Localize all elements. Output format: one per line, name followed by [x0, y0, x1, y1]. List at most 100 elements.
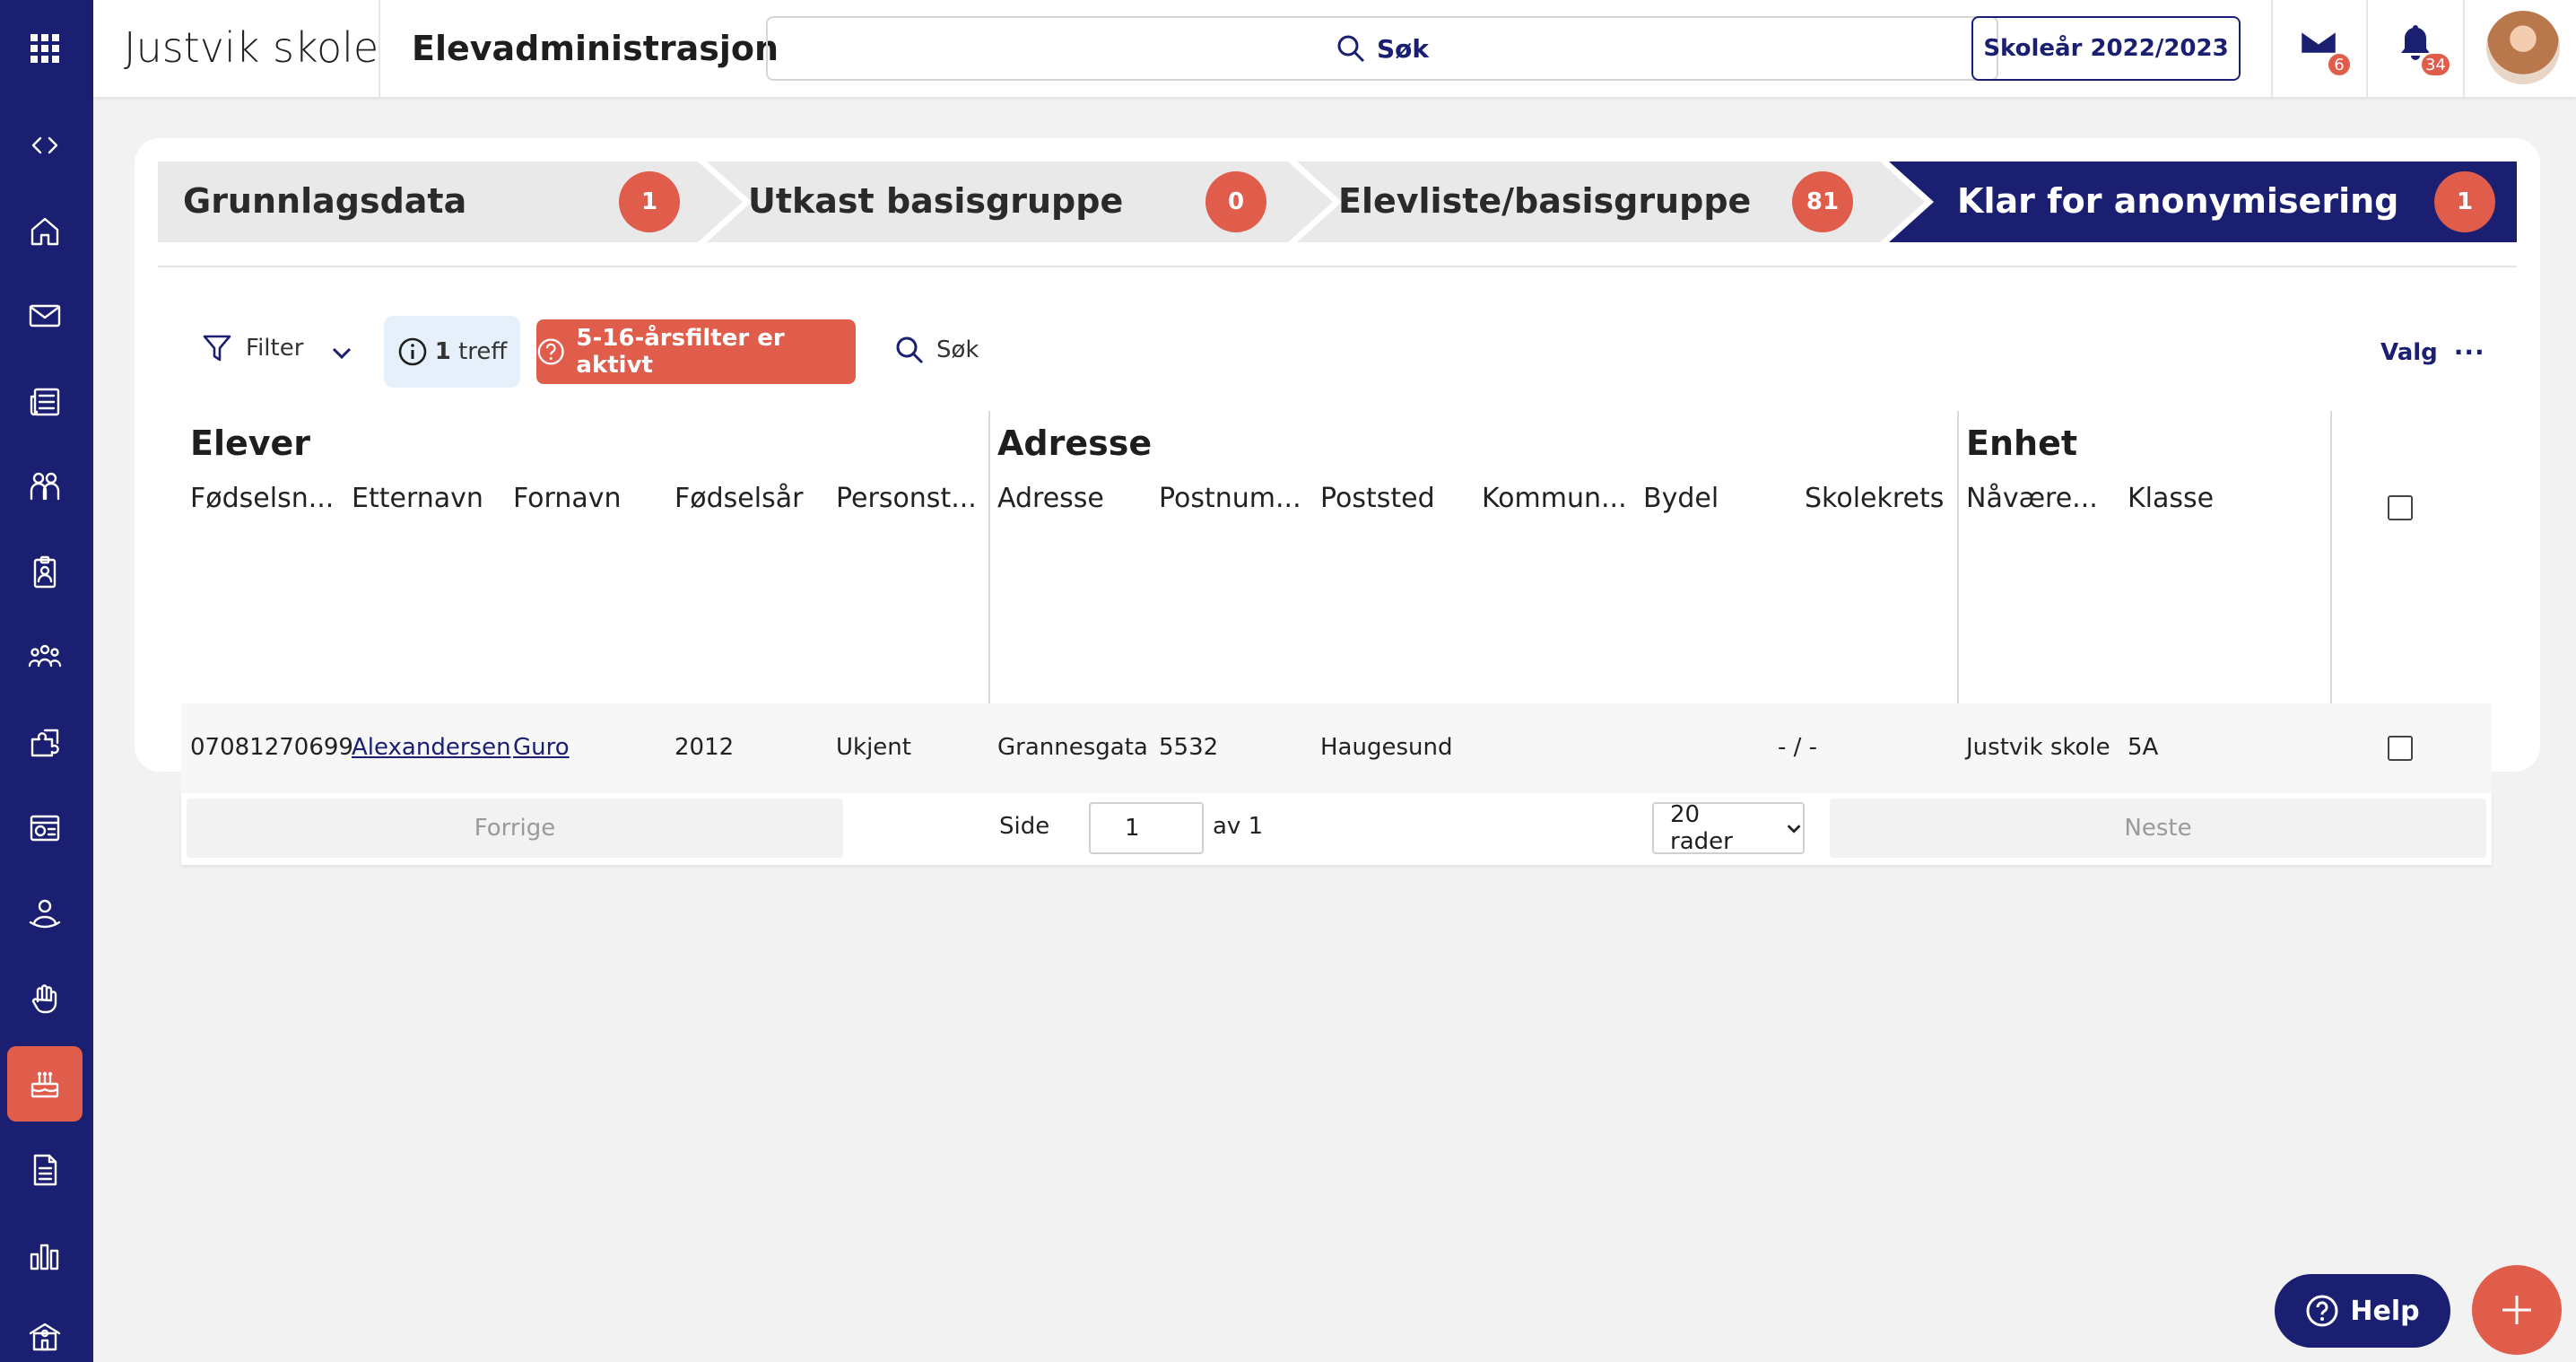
cell-fodselsar: 2012 [674, 734, 735, 761]
divider [2366, 0, 2368, 97]
cell-navaerende: Justvik skole [1966, 734, 2110, 761]
step-klar-for-anonymisering[interactable]: Klar for anonymisering 1 [1889, 162, 2517, 242]
messages-button[interactable]: 6 [2298, 22, 2352, 77]
col-header-adresse[interactable]: Adresse [997, 483, 1104, 514]
filter-label: Filter [246, 335, 304, 362]
cell-etternavn-link[interactable]: Alexandersen [352, 734, 511, 761]
hits-count-chip: 1 treff [384, 316, 520, 388]
school-icon[interactable] [7, 1297, 83, 1362]
options-label: Valg [2380, 339, 2438, 366]
people-icon[interactable] [7, 449, 83, 524]
bar-chart-icon[interactable] [7, 1218, 83, 1294]
cake-icon[interactable] [7, 1046, 83, 1122]
age-filter-button[interactable]: 5-16-årsfilter er aktivt [536, 319, 856, 384]
filter-button[interactable]: Filter [201, 332, 303, 364]
help-circle-icon [537, 338, 564, 365]
step-count-badge: 1 [2434, 171, 2495, 232]
step-label: Utkast basisgruppe [748, 181, 1124, 221]
cell-adresse: Grannesgata 0: [997, 734, 1155, 761]
cell-bydel: - / - [1778, 734, 1818, 761]
col-header-fornavn[interactable]: Fornavn [513, 483, 622, 514]
person-support-icon[interactable] [7, 876, 83, 951]
school-year-button[interactable]: Skoleår 2022/2023 [1971, 16, 2241, 81]
page-label: Side [999, 813, 1050, 840]
table-search-label: Søk [936, 336, 979, 363]
rows-per-page-value: 20 rader [1670, 801, 1733, 855]
step-utkast-basisgruppe[interactable]: Utkast basisgruppe 0 [707, 162, 1290, 242]
add-button[interactable] [2472, 1265, 2562, 1355]
col-header-postnummer[interactable]: Postnum... [1159, 483, 1301, 514]
filter-dropdown-toggle[interactable] [328, 339, 355, 370]
steps-divider [158, 266, 2517, 267]
step-elevliste-basisgruppe[interactable]: Elevliste/basisgruppe 81 [1297, 162, 1880, 242]
step-count-badge: 81 [1792, 171, 1853, 232]
step-grunnlagsdata[interactable]: Grunnlagsdata 1 [158, 162, 741, 242]
plus-icon [2502, 1296, 2531, 1324]
col-header-klasse[interactable]: Klasse [2128, 483, 2214, 514]
avatar[interactable] [2486, 11, 2560, 84]
col-header-poststed[interactable]: Poststed [1320, 483, 1435, 514]
rows-per-page-select[interactable]: 20 rader [1652, 801, 1805, 855]
cell-fodselsnummer: 07081270699 [190, 734, 353, 761]
step-label: Elevliste/basisgruppe [1338, 181, 1752, 221]
options-menu-button[interactable]: Valg ··· [2380, 339, 2485, 366]
global-search[interactable]: Søk [766, 16, 1998, 81]
divider [2271, 0, 2273, 97]
col-header-fodselsnummer[interactable]: Fødselsn... [190, 483, 334, 514]
divider [2463, 0, 2465, 97]
chevron-down-icon [332, 347, 352, 360]
col-header-personstatus[interactable]: Personst... [836, 483, 977, 514]
col-header-skolekrets[interactable]: Skolekrets [1805, 483, 1944, 514]
next-page-button[interactable]: Neste [1830, 799, 2486, 858]
divider [379, 0, 380, 97]
module-title: Elevadministrasjon [412, 29, 779, 68]
step-label: Klar for anonymisering [1957, 181, 2399, 221]
code-toggle-icon[interactable] [7, 108, 83, 183]
search-icon [896, 336, 924, 364]
step-count-badge: 0 [1205, 171, 1266, 232]
hits-label: treff [458, 338, 508, 365]
news-icon[interactable] [7, 364, 83, 440]
group-header-enhet: Enhet [1966, 423, 2078, 463]
col-header-navaerende[interactable]: Nåvære... [1966, 483, 2098, 514]
school-name: Justvik skole [124, 23, 379, 72]
cell-poststed: Haugesund [1320, 734, 1453, 761]
sidebar [0, 0, 93, 1362]
help-button[interactable]: Help [2275, 1274, 2450, 1348]
page-total-label: av 1 [1213, 813, 1264, 840]
more-dots-icon: ··· [2453, 337, 2485, 367]
document-icon[interactable] [7, 1132, 83, 1208]
col-header-fodselsar[interactable]: Fødselsår [674, 483, 803, 514]
help-label: Help [2350, 1295, 2420, 1327]
cell-postnummer: 5532 [1159, 734, 1219, 761]
help-circle-icon [2306, 1295, 2338, 1327]
group-header-adresse: Adresse [997, 423, 1153, 463]
notifications-button[interactable]: 34 [2395, 22, 2451, 77]
row-checkbox[interactable] [2388, 736, 2413, 761]
puzzle-icon[interactable] [7, 705, 83, 781]
step-count-badge: 1 [619, 171, 680, 232]
chevron-down-icon [1787, 825, 1801, 834]
hand-icon[interactable] [7, 962, 83, 1037]
search-icon [1337, 35, 1365, 63]
groups-icon[interactable] [7, 619, 83, 694]
table-search-button[interactable]: Søk [893, 334, 979, 366]
pagination: Forrige Side 1 av 1 20 rader Neste [181, 793, 2492, 865]
previous-page-button[interactable]: Forrige [187, 799, 843, 858]
top-bar: Justvik skole Elevadministrasjon Søk Sko… [93, 0, 2576, 97]
global-search-label: Søk [1376, 33, 1430, 64]
messages-badge: 6 [2327, 52, 2352, 77]
col-header-bydel[interactable]: Bydel [1643, 483, 1719, 514]
home-icon[interactable] [7, 194, 83, 269]
select-all-checkbox[interactable] [2388, 495, 2413, 520]
mail-icon[interactable] [7, 278, 83, 354]
cell-fornavn-link[interactable]: Guro [513, 734, 570, 761]
hits-count: 1 [434, 338, 451, 365]
cell-personstatus: Ukjent [836, 734, 911, 761]
apps-grid-icon[interactable] [7, 11, 83, 86]
col-header-kommune[interactable]: Kommun... [1482, 483, 1627, 514]
page-number-input[interactable]: 1 [1089, 802, 1204, 854]
col-header-etternavn[interactable]: Etternavn [352, 483, 483, 514]
schedule-icon[interactable] [7, 790, 83, 865]
id-badge-icon[interactable] [7, 535, 83, 610]
